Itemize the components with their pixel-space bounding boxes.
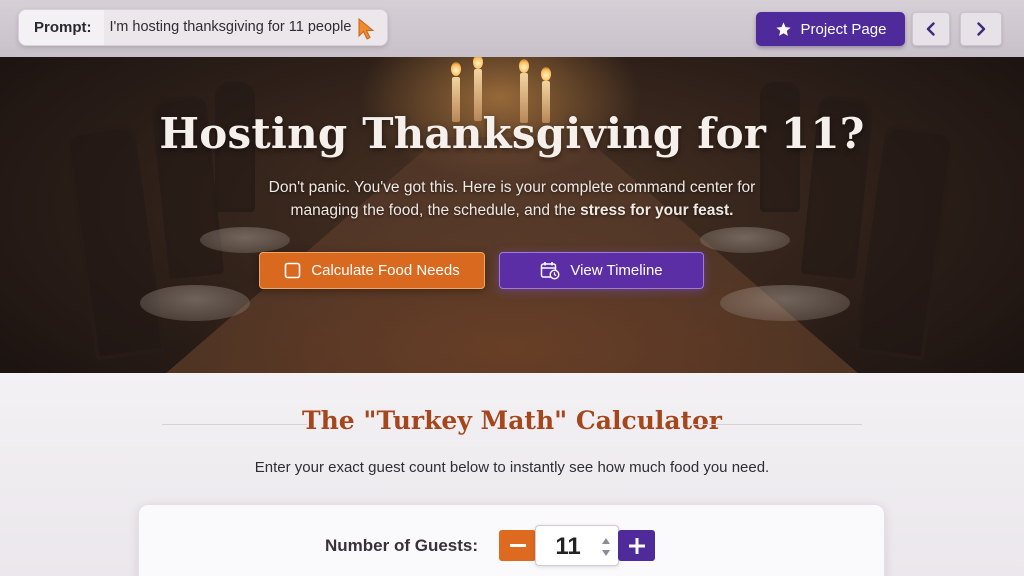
hero-subtitle-line1: Don't panic. You've got this. Here is yo… bbox=[268, 179, 756, 196]
top-bar: Prompt: I'm hosting thanksgiving for 11 … bbox=[0, 0, 1024, 57]
hero-background-flame bbox=[541, 67, 551, 81]
hero-background-plate bbox=[200, 227, 290, 253]
prompt-box: Prompt: I'm hosting thanksgiving for 11 … bbox=[18, 9, 388, 46]
calendar-clock-icon bbox=[541, 262, 560, 280]
calculator-description: Enter your exact guest count below to in… bbox=[254, 459, 770, 476]
hero-background-plate bbox=[720, 285, 850, 321]
project-page-label: Project Page bbox=[800, 20, 887, 38]
calculate-food-needs-label: Calculate Food Needs bbox=[311, 262, 460, 279]
next-button[interactable] bbox=[960, 12, 1002, 46]
hero-banner: Hosting Thanksgiving for 11? Don't panic… bbox=[0, 57, 1024, 373]
guest-count-value: 11 bbox=[555, 533, 581, 560]
cursor-pointer-icon bbox=[358, 18, 375, 40]
guest-count-input[interactable]: 11 bbox=[535, 525, 619, 566]
chevron-right-icon bbox=[977, 22, 986, 36]
hero-subtitle-line2: managing the food, the schedule, and the bbox=[290, 202, 581, 219]
hero-background-plate bbox=[140, 285, 250, 321]
hero-background-chair bbox=[854, 123, 956, 361]
minus-icon bbox=[509, 543, 526, 547]
guest-count-card: Number of Guests: 11 bbox=[138, 504, 885, 576]
plus-icon bbox=[628, 537, 645, 554]
hero-background-flame bbox=[451, 62, 461, 76]
view-timeline-label: View Timeline bbox=[570, 262, 663, 279]
hero-background-chair bbox=[64, 123, 166, 361]
chevron-left-icon bbox=[926, 22, 935, 36]
previous-button[interactable] bbox=[912, 12, 950, 46]
calculator-title: The "Turkey Math" Calculator bbox=[302, 406, 722, 435]
prompt-label: Prompt: bbox=[34, 19, 92, 36]
hero-subtitle-emphasis: stress for your feast. bbox=[580, 202, 734, 219]
hero-background-flame bbox=[519, 59, 529, 73]
decrease-guests-button[interactable] bbox=[499, 530, 536, 561]
number-spinner-icon[interactable] bbox=[600, 534, 612, 560]
calculate-food-needs-button[interactable]: Calculate Food Needs bbox=[259, 252, 485, 289]
hero-background-flame bbox=[473, 57, 483, 69]
view-timeline-button[interactable]: View Timeline bbox=[499, 252, 704, 289]
hero-subtitle: Don't panic. You've got this. Here is yo… bbox=[0, 176, 1024, 222]
calculator-section: The "Turkey Math" Calculator Enter your … bbox=[0, 373, 1024, 576]
prompt-text: I'm hosting thanksgiving for 11 people bbox=[103, 10, 388, 45]
title-divider-right bbox=[692, 424, 862, 425]
project-page-button[interactable]: Project Page bbox=[756, 12, 905, 46]
hero-background-plate bbox=[700, 227, 790, 253]
guests-label: Number of Guests: bbox=[325, 536, 479, 555]
checkbox-icon bbox=[284, 262, 301, 279]
increase-guests-button[interactable] bbox=[618, 530, 655, 561]
star-icon bbox=[775, 21, 791, 36]
hero-title: Hosting Thanksgiving for 11? bbox=[159, 109, 865, 158]
